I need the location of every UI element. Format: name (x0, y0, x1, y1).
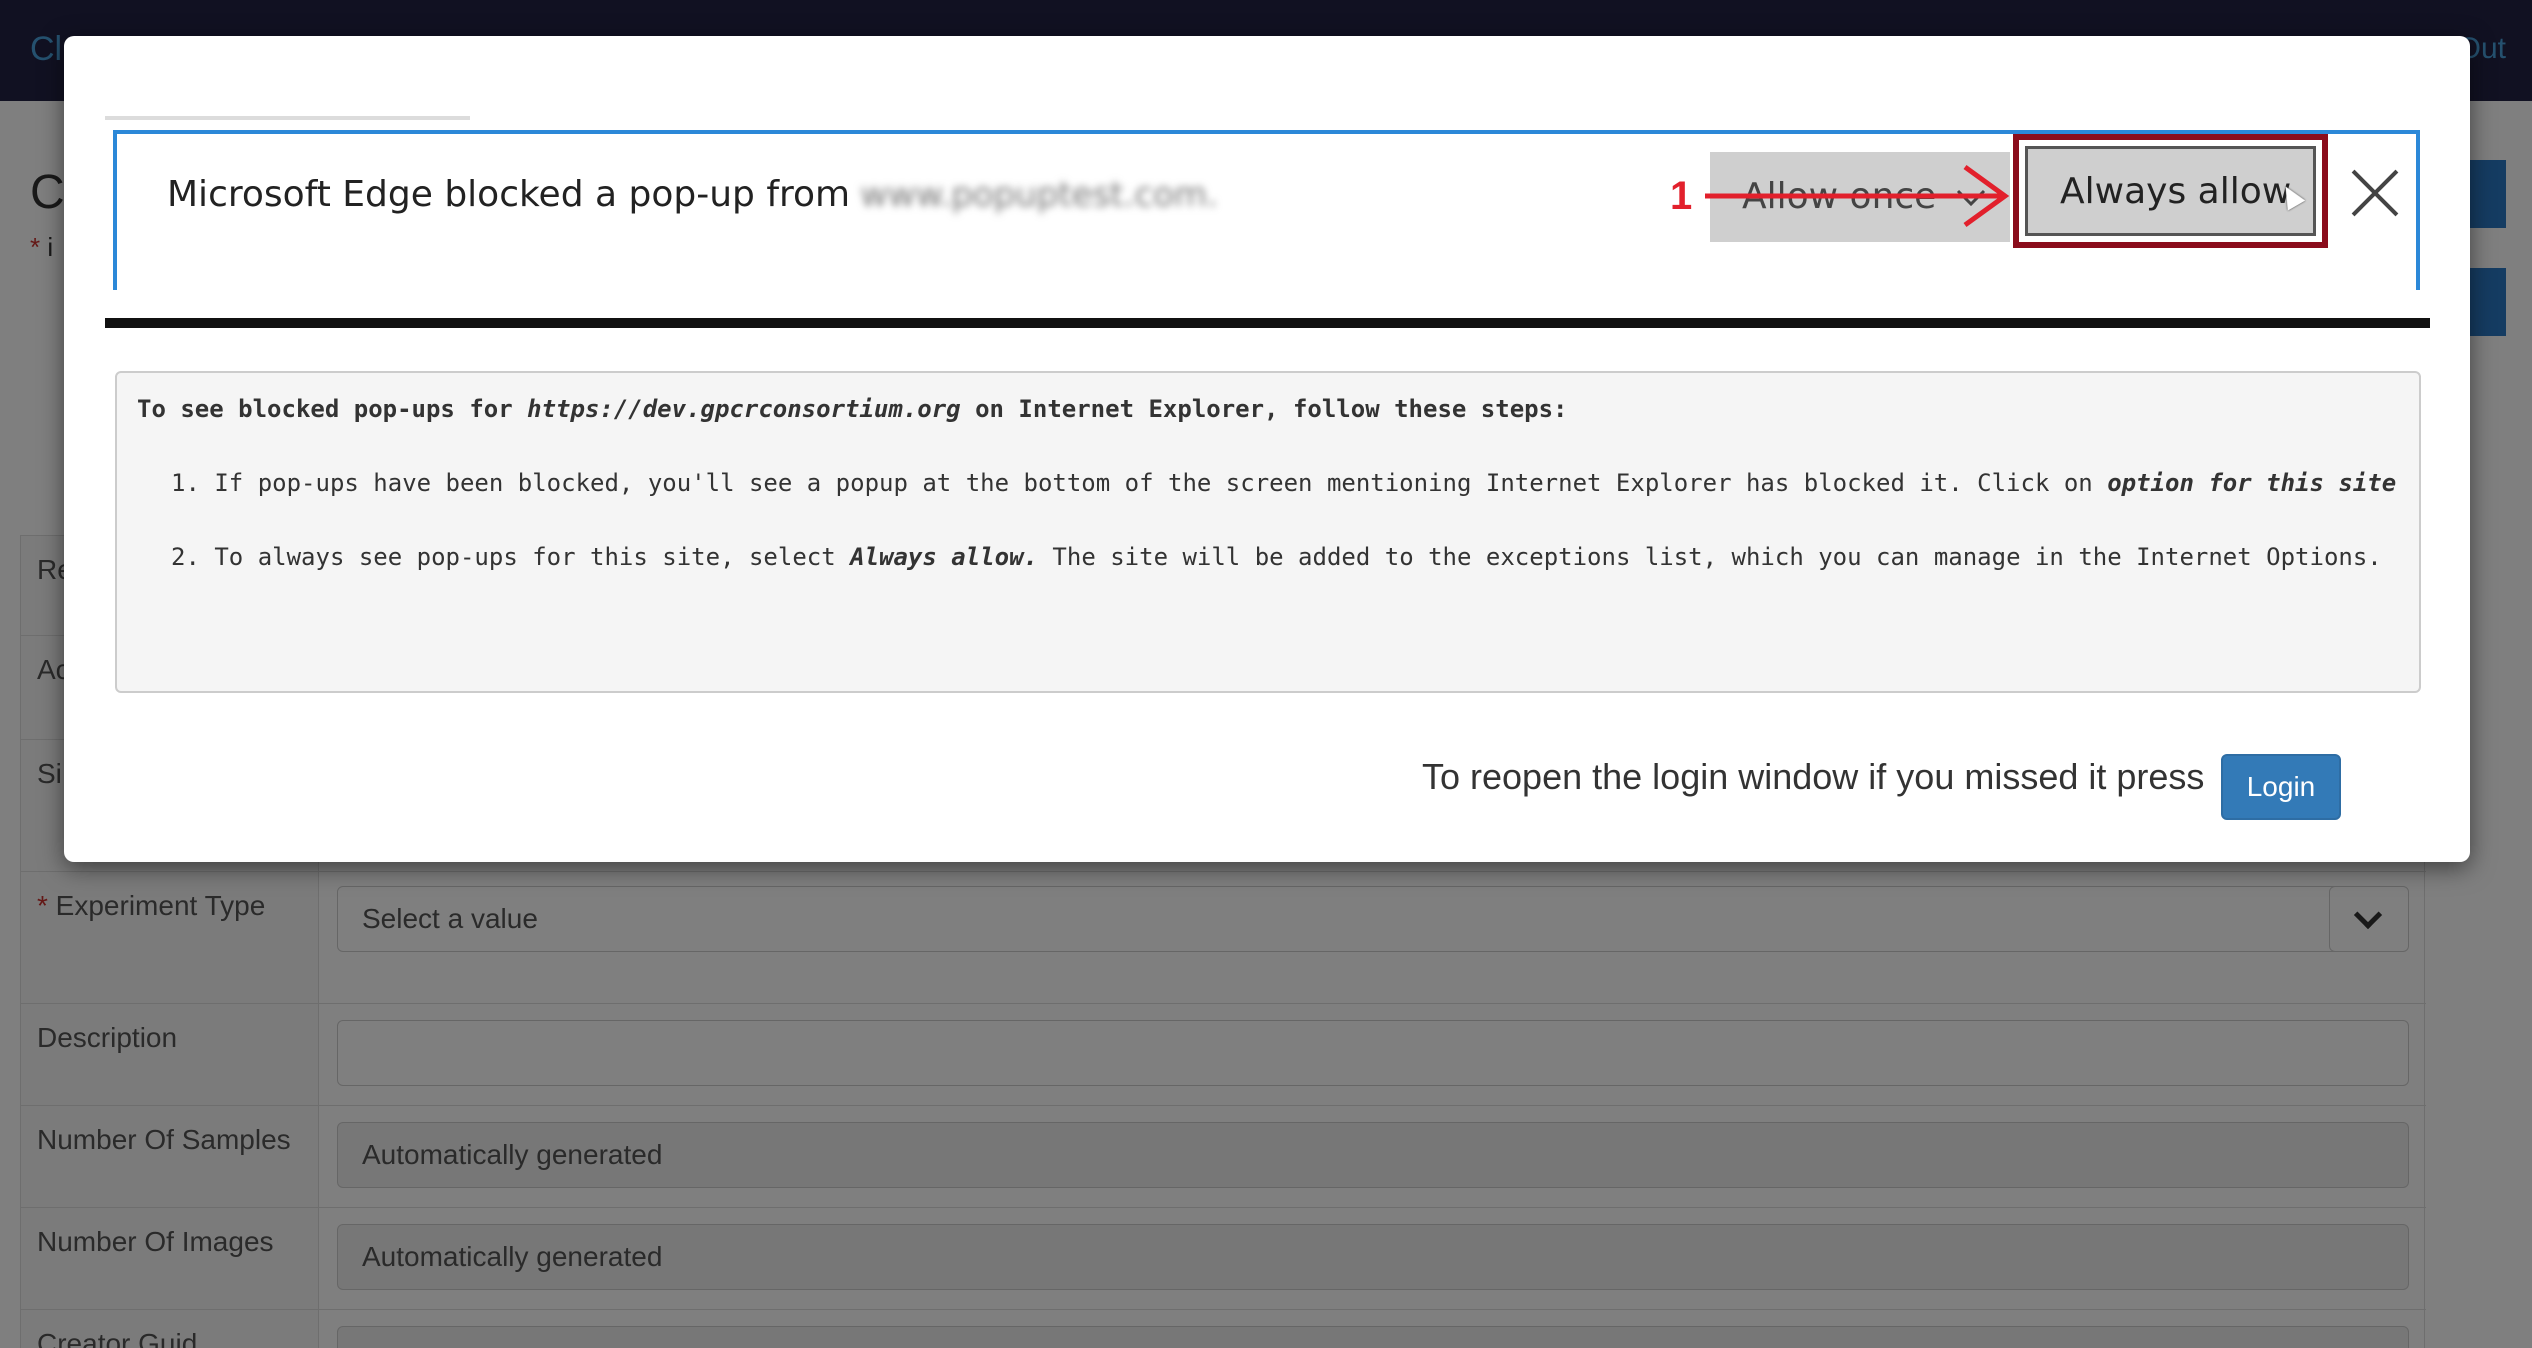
always-allow-button: Always allow (2025, 146, 2316, 236)
step-2-emphasis: Always allow. (850, 543, 1038, 571)
instructions-title-post: on Internet Explorer, follow these steps… (960, 395, 1568, 423)
instructions-title-pre: To see blocked pop-ups for (137, 395, 528, 423)
login-button[interactable]: Login (2221, 754, 2341, 820)
instructions-title: To see blocked pop-ups for https://dev.g… (137, 395, 2399, 423)
edge-blocked-message: Microsoft Edge blocked a pop-up from www.… (167, 174, 1218, 215)
instruction-step-2: 2. To always see pop-ups for this site, … (171, 543, 2382, 571)
blurred-url: www.popuptest.com. (860, 175, 1218, 215)
step-2-text-post: The site will be added to the exceptions… (1037, 543, 2382, 571)
step-1-emphasis: option for this site (2107, 469, 2397, 497)
edge-blocked-message-text: Microsoft Edge blocked a pop-up from (167, 174, 851, 215)
annotation-step-number: 1 (1670, 174, 1693, 218)
always-allow-highlight: Always allow (2013, 134, 2328, 248)
close-icon (2345, 164, 2405, 224)
always-allow-label: Always allow (2060, 171, 2292, 212)
site-url: https://dev.gpcrconsortium.org (527, 395, 961, 423)
annotation-arrow-icon (1705, 164, 2010, 228)
step-1-text: 1. If pop-ups have been blocked, you'll … (171, 469, 2108, 497)
instruction-step-1: 1. If pop-ups have been blocked, you'll … (171, 469, 2396, 497)
instructions-panel: To see blocked pop-ups for https://dev.g… (115, 371, 2421, 693)
edge-popup-blocked-screenshot: Microsoft Edge blocked a pop-up from www.… (105, 116, 2430, 328)
reopen-login-text: To reopen the login window if you missed… (1422, 756, 2205, 797)
step-2-text: 2. To always see pop-ups for this site, … (171, 543, 851, 571)
popup-blocked-modal: Microsoft Edge blocked a pop-up from www.… (64, 36, 2470, 862)
edge-bottom-border (105, 318, 2430, 328)
edge-tab-line (105, 116, 470, 120)
